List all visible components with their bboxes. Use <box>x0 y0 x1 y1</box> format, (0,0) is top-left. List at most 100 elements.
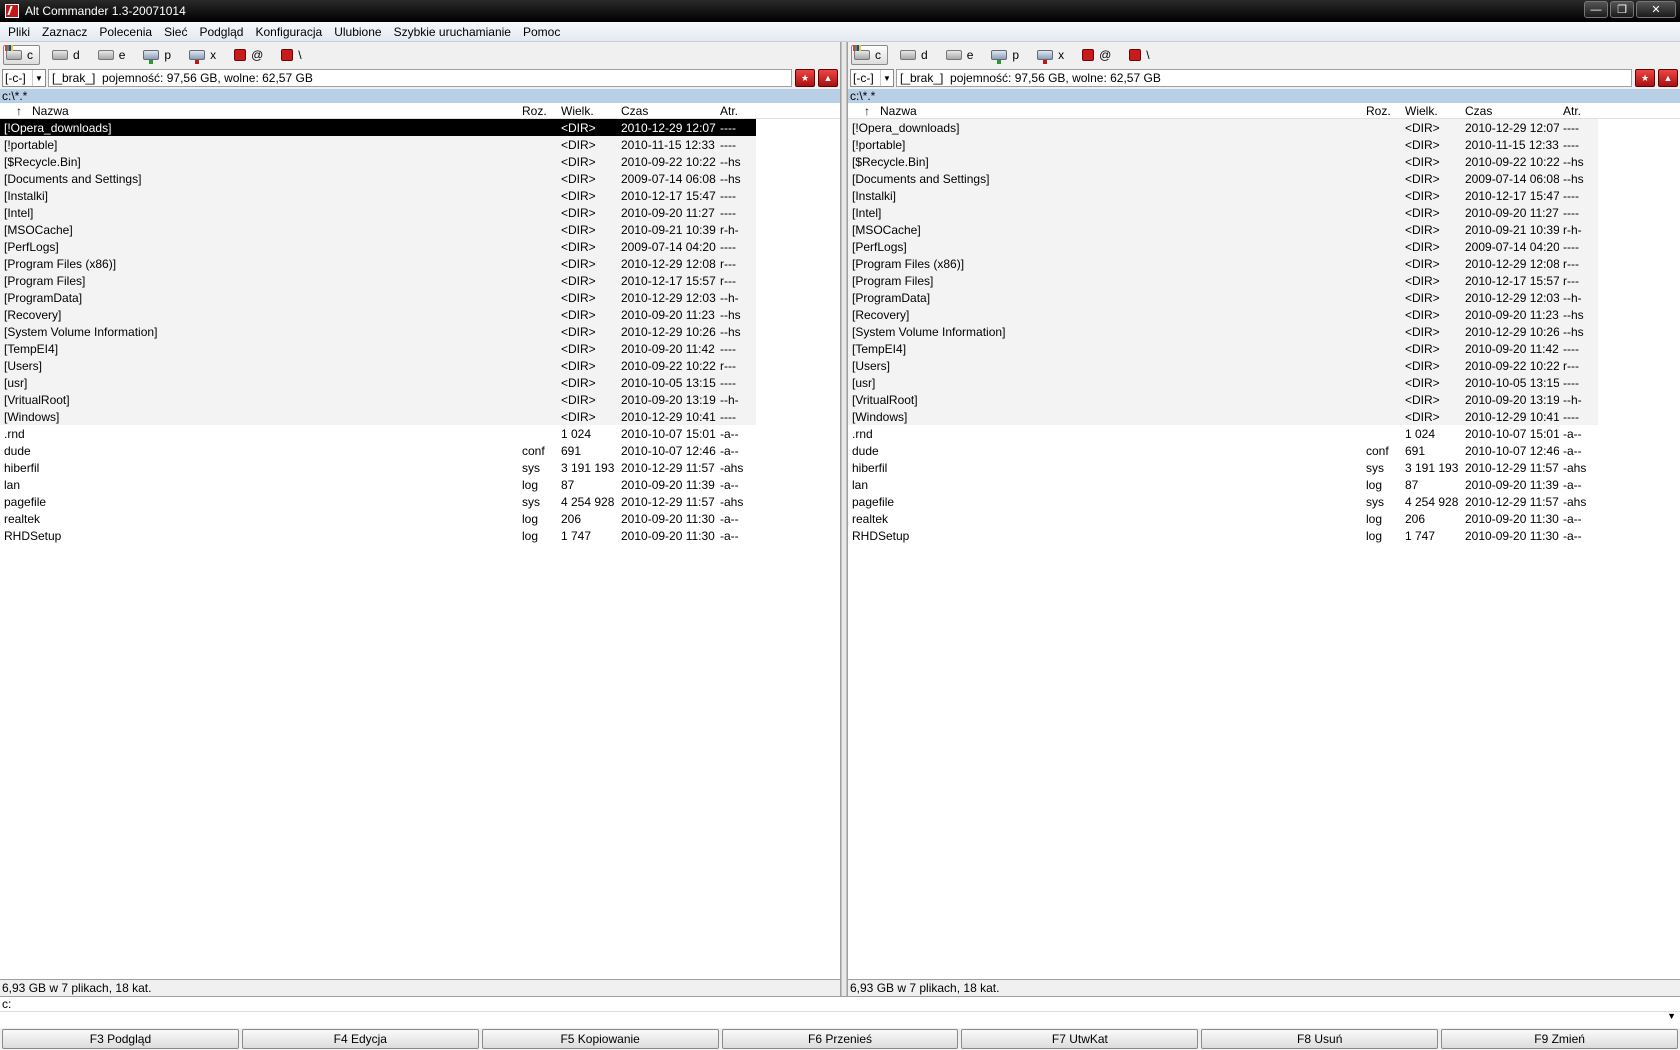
file-row[interactable]: [TempEI4] <DIR> 2010-09-20 11:42 ---- <box>0 340 756 357</box>
file-row[interactable]: realtek log 206 2010-09-20 11:30 -a-- <box>0 510 756 527</box>
column-attr-header[interactable]: Atr. <box>716 104 756 118</box>
drive-select[interactable]: [-c-] ▼ <box>850 69 894 87</box>
menu-item-polecenia[interactable]: Polecenia <box>93 25 158 39</box>
menu-item-pliki[interactable]: Pliki <box>2 25 36 39</box>
file-row[interactable]: RHDSetup log 1 747 2010-09-20 11:30 -a-- <box>0 527 756 544</box>
file-row[interactable]: [System Volume Information] <DIR> 2010-12-… <box>848 323 1598 340</box>
file-row[interactable]: [$Recycle.Bin] <DIR> 2010-09-22 10:22 --hs <box>0 153 756 170</box>
chevron-down-icon[interactable]: ▼ <box>32 70 45 86</box>
file-row[interactable]: pagefile sys 4 254 928 (2010-12-29 11:57 -a… <box>848 493 1598 510</box>
file-row[interactable]: [Windows] <DIR> 2010-12-29 10:41 ---- <box>848 408 1598 425</box>
drive-button-root[interactable]: \ <box>1127 45 1155 65</box>
file-row[interactable]: [TempEI4] <DIR> 2010-09-20 11:42 ---- <box>848 340 1598 357</box>
file-row[interactable]: [PerfLogs] <DIR> 2009-07-14 04:20 ---- <box>0 238 756 255</box>
column-ext-header[interactable]: Roz. <box>1362 104 1401 118</box>
file-row[interactable]: [Recovery] <DIR> 2010-09-20 11:23 --hs <box>0 306 756 323</box>
column-attr-header[interactable]: Atr. <box>1559 104 1598 118</box>
menu-item-ulubione[interactable]: Ulubione <box>328 25 387 39</box>
menu-item-pomoc[interactable]: Pomoc <box>517 25 566 39</box>
minimize-button[interactable]: — <box>1584 1 1608 18</box>
file-row[interactable]: [usr] <DIR> 2010-10-05 13:15 ---- <box>848 374 1598 391</box>
command-history-dropdown-icon[interactable]: ▼ <box>1667 1011 1676 1021</box>
menu-item-konfiguracja[interactable]: Konfiguracja <box>249 25 328 39</box>
column-name-header[interactable]: ↑ Nazwa <box>848 104 1362 118</box>
drive-button-at[interactable]: @ <box>232 45 269 65</box>
file-row[interactable]: hiberfil sys 3 191 193 (2010-12-29 11:57 -a… <box>848 459 1598 476</box>
file-row[interactable]: [VritualRoot] <DIR> 2010-09-20 13:19 --h- <box>848 391 1598 408</box>
file-row[interactable]: dude conf 691 2010-10-07 12:46 -a-- <box>0 442 756 459</box>
menu-item-szybkie-uruchamianie[interactable]: Szybkie uruchamianie <box>388 25 517 39</box>
file-row[interactable]: [Program Files (x86)] <DIR> 2010-12-29 12:… <box>0 255 756 272</box>
fkey-f7-button[interactable]: F7 UtwKat <box>961 1029 1199 1049</box>
file-row[interactable]: [MSOCache] <DIR> 2010-09-21 10:39 r-h- <box>848 221 1598 238</box>
drive-button-c[interactable]: c <box>851 44 888 65</box>
file-row[interactable]: [Documents and Settings] <DIR> 2009-07-14 … <box>0 170 756 187</box>
file-row[interactable]: RHDSetup log 1 747 2010-09-20 11:30 -a-- <box>848 527 1598 544</box>
drive-button-d[interactable]: d <box>50 45 86 65</box>
menu-item-zaznacz[interactable]: Zaznacz <box>36 25 93 39</box>
drive-button-c[interactable]: c <box>3 44 40 65</box>
column-name-header[interactable]: ↑ Nazwa <box>0 104 518 118</box>
drive-select[interactable]: [-c-] ▼ <box>2 69 46 87</box>
file-row[interactable]: [System Volume Information] <DIR> 2010-12-… <box>0 323 756 340</box>
column-ext-header[interactable]: Roz. <box>518 104 557 118</box>
file-row[interactable]: [Recovery] <DIR> 2010-09-20 11:23 --hs <box>848 306 1598 323</box>
file-row[interactable]: lan log 87 2010-09-20 11:39 -a-- <box>848 476 1598 493</box>
column-time-header[interactable]: Czas <box>1461 104 1559 118</box>
file-row[interactable]: [PerfLogs] <DIR> 2009-07-14 04:20 ---- <box>848 238 1598 255</box>
favorites-icon[interactable]: ★ <box>795 69 815 87</box>
file-row[interactable]: [MSOCache] <DIR> 2010-09-21 10:39 r-h- <box>0 221 756 238</box>
file-row[interactable]: [Windows] <DIR> 2010-12-29 10:41 ---- <box>0 408 756 425</box>
folder-up-icon[interactable]: ▲ <box>1658 69 1678 87</box>
drive-button-x[interactable]: x <box>187 45 222 65</box>
close-button[interactable]: ✕ <box>1636 1 1676 18</box>
fkey-f4-button[interactable]: F4 Edycja <box>241 1029 479 1049</box>
chevron-down-icon[interactable]: ▼ <box>880 70 893 86</box>
file-row[interactable]: [Users] <DIR> 2010-09-22 10:22 r--- <box>0 357 756 374</box>
drive-button-p[interactable]: p <box>141 45 177 65</box>
drive-button-at[interactable]: @ <box>1080 45 1117 65</box>
file-row[interactable]: hiberfil sys 3 191 193 (2010-12-29 11:57 -a… <box>0 459 756 476</box>
file-row[interactable]: [Instalki] <DIR> 2010-12-17 15:47 ---- <box>0 187 756 204</box>
file-row[interactable]: [Users] <DIR> 2010-09-22 10:22 r--- <box>848 357 1598 374</box>
column-size-header[interactable]: Wielk. <box>1401 104 1461 118</box>
fkey-f8-button[interactable]: F8 Usuń <box>1201 1029 1439 1049</box>
command-input[interactable] <box>0 1011 1680 1028</box>
drive-button-root[interactable]: \ <box>279 45 307 65</box>
file-row[interactable]: [VritualRoot] <DIR> 2010-09-20 13:19 --h- <box>0 391 756 408</box>
fkey-f6-button[interactable]: F6 Przenieś <box>721 1029 959 1049</box>
drive-button-p[interactable]: p <box>989 45 1025 65</box>
file-row[interactable]: [Documents and Settings] <DIR> 2009-07-14 … <box>848 170 1598 187</box>
drive-button-x[interactable]: x <box>1035 45 1070 65</box>
menu-item-podgląd[interactable]: Podgląd <box>193 25 249 39</box>
file-row[interactable]: [$Recycle.Bin] <DIR> 2010-09-22 10:22 --hs <box>848 153 1598 170</box>
fkey-f5-button[interactable]: F5 Kopiowanie <box>481 1029 719 1049</box>
file-row[interactable]: [Program Files] <DIR> 2010-12-17 15:57 r--- <box>0 272 756 289</box>
drive-button-e[interactable]: e <box>944 45 980 65</box>
file-row[interactable]: [!portable] <DIR> 2010-11-15 12:33 ---- <box>848 136 1598 153</box>
fkey-f9-button[interactable]: F9 Zmień <box>1441 1029 1679 1049</box>
menu-item-sieć[interactable]: Sieć <box>158 25 193 39</box>
file-row[interactable]: .rnd 1 024 2010-10-07 15:01 -a-- <box>848 425 1598 442</box>
file-row[interactable]: [ProgramData] <DIR> 2010-12-29 12:03 --h- <box>848 289 1598 306</box>
fkey-f3-button[interactable]: F3 Podgląd <box>2 1029 239 1049</box>
maximize-button[interactable]: ❐ <box>1610 1 1634 18</box>
file-row[interactable]: realtek log 206 2010-09-20 11:30 -a-- <box>848 510 1598 527</box>
file-row[interactable]: [usr] <DIR> 2010-10-05 13:15 ---- <box>0 374 756 391</box>
favorites-icon[interactable]: ★ <box>1635 69 1655 87</box>
file-row[interactable]: [!Opera_downloads] <DIR> 2010-12-29 12:07-… <box>0 119 756 136</box>
file-row[interactable]: pagefile sys 4 254 928 (2010-12-29 11:57 -a… <box>0 493 756 510</box>
file-row[interactable]: [Instalki] <DIR> 2010-12-17 15:47 ---- <box>848 187 1598 204</box>
file-row[interactable]: [Program Files (x86)] <DIR> 2010-12-29 12:… <box>848 255 1598 272</box>
drive-button-e[interactable]: e <box>96 45 132 65</box>
file-row[interactable]: [ProgramData] <DIR> 2010-12-29 12:03 --h- <box>0 289 756 306</box>
drive-button-d[interactable]: d <box>898 45 934 65</box>
file-row[interactable]: [Intel] <DIR> 2010-09-20 11:27 ---- <box>848 204 1598 221</box>
file-row[interactable]: dude conf 691 2010-10-07 12:46 -a-- <box>848 442 1598 459</box>
file-row[interactable]: [!portable] <DIR> 2010-11-15 12:33 ---- <box>0 136 756 153</box>
column-size-header[interactable]: Wielk. <box>557 104 617 118</box>
file-row[interactable]: [Program Files] <DIR> 2010-12-17 15:57 r--- <box>848 272 1598 289</box>
file-row[interactable]: [Intel] <DIR> 2010-09-20 11:27 ---- <box>0 204 756 221</box>
file-row[interactable]: .rnd 1 024 2010-10-07 15:01 -a-- <box>0 425 756 442</box>
column-time-header[interactable]: Czas <box>617 104 716 118</box>
